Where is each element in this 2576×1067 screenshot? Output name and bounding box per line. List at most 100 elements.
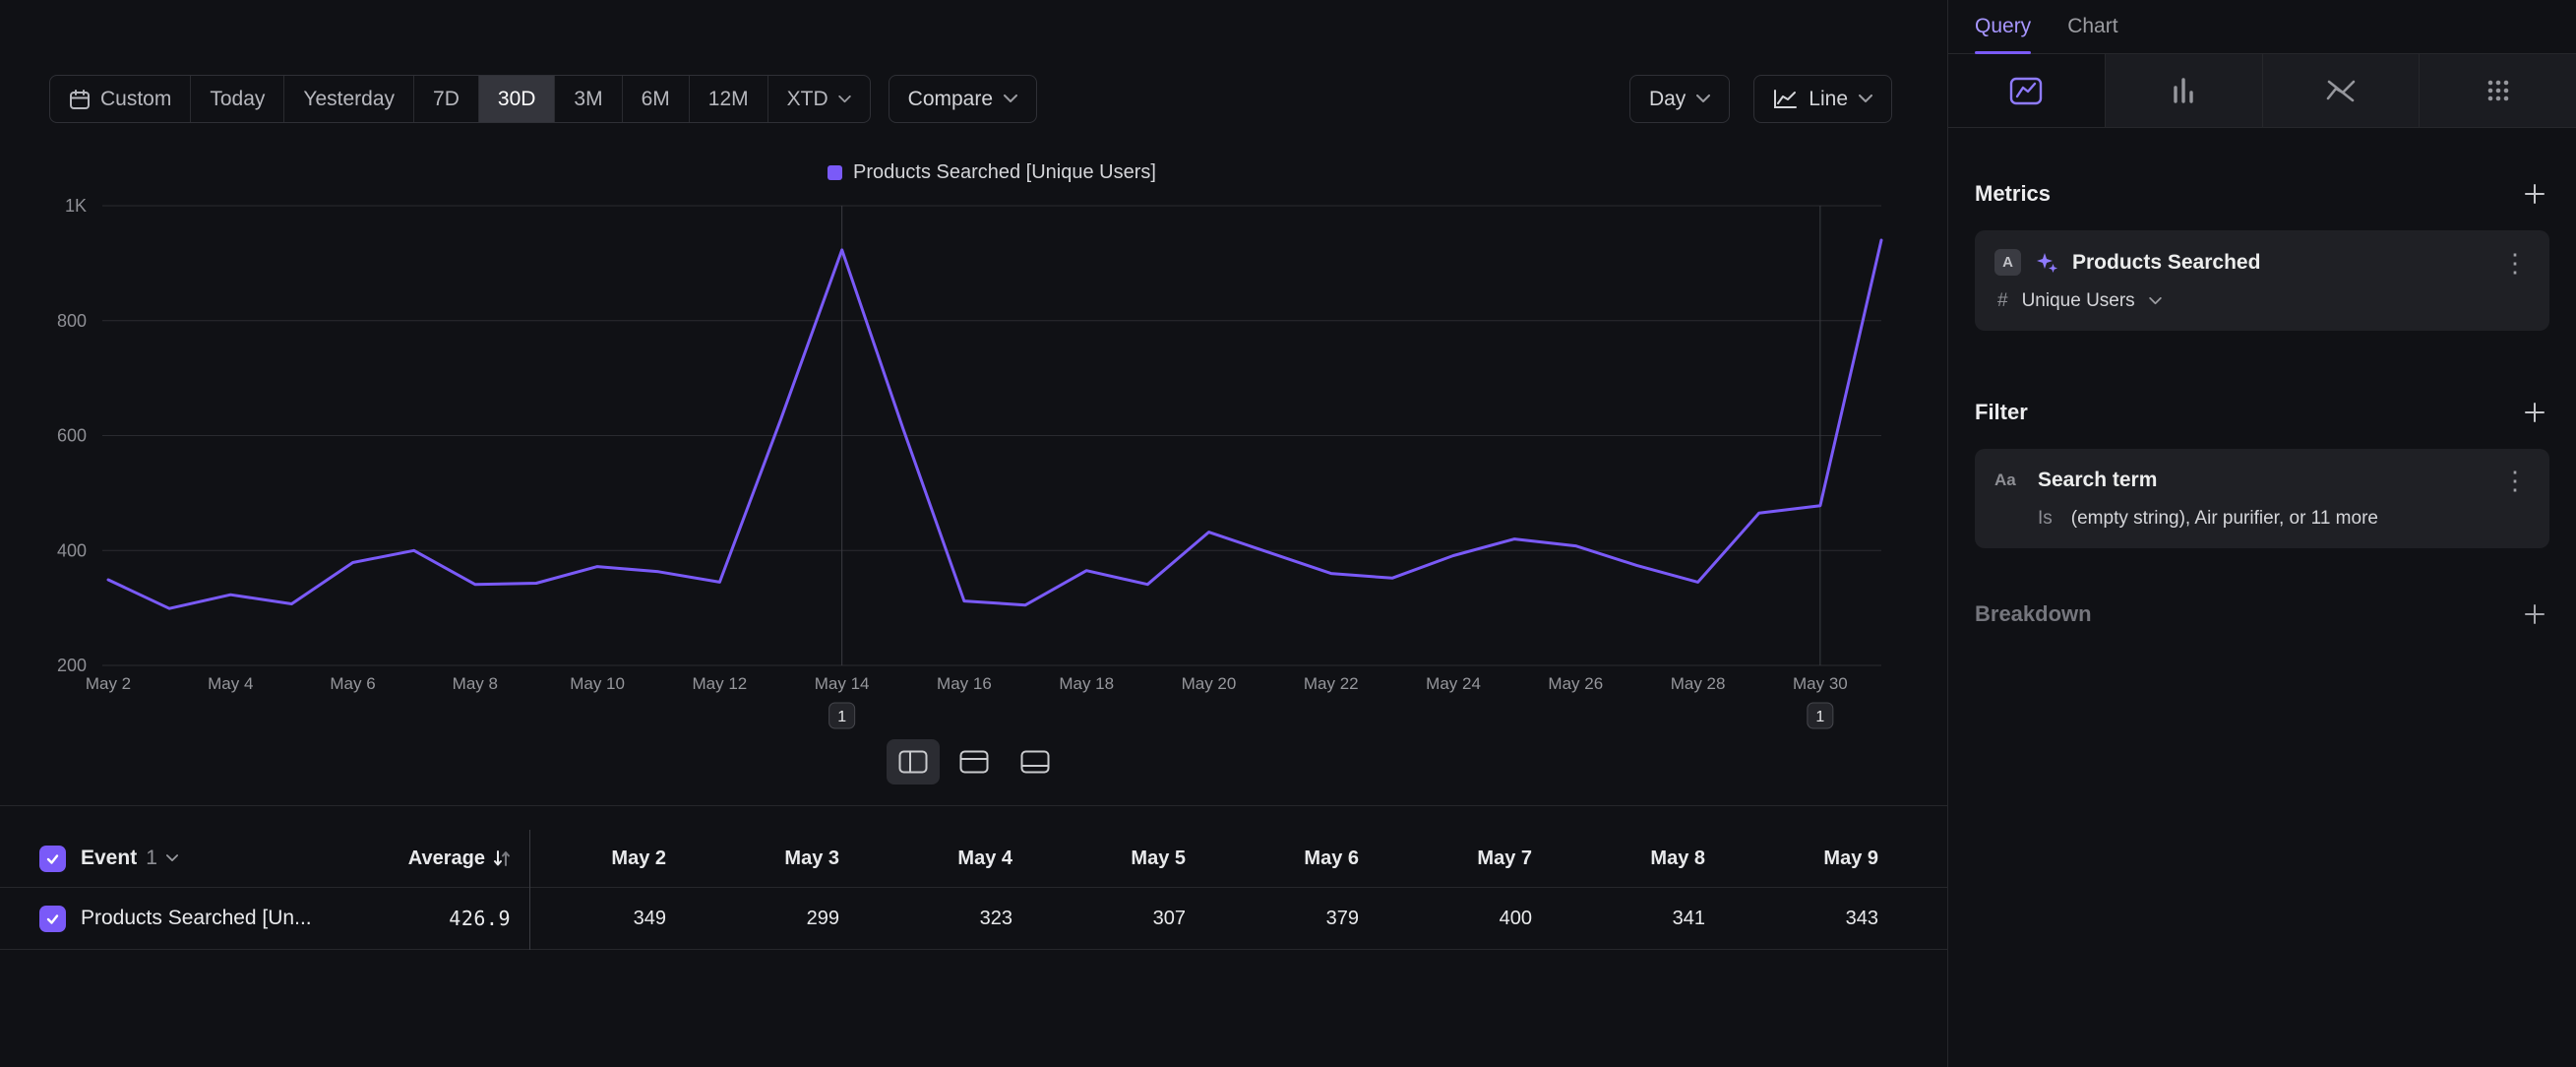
row-average-cell: 426.9 xyxy=(327,907,511,930)
chart-style-label: Line xyxy=(1809,88,1848,111)
granularity-button[interactable]: Day xyxy=(1629,75,1730,123)
x-axis-tick-label: May 2 xyxy=(86,674,131,693)
y-axis-tick-label: 200 xyxy=(57,656,87,675)
x-axis-tick-label: May 14 xyxy=(815,674,870,693)
average-label: Average xyxy=(408,847,485,870)
day-column-header: May 9 xyxy=(1705,847,1878,870)
date-range-label: 12M xyxy=(708,88,749,111)
date-range-label: 30D xyxy=(498,88,536,111)
chevron-down-icon xyxy=(1859,94,1872,103)
chart-style-button[interactable]: Line xyxy=(1753,75,1892,123)
row-series-name[interactable]: Products Searched [Un... xyxy=(81,907,327,930)
annotation-badge[interactable]: 1 xyxy=(829,703,855,728)
x-axis-tick-label: May 26 xyxy=(1548,674,1603,693)
chevron-down-icon xyxy=(1004,94,1017,103)
date-range-xtd-button[interactable]: XTD xyxy=(767,76,870,122)
day-column-header: May 4 xyxy=(839,847,1012,870)
add-breakdown-button[interactable] xyxy=(2520,599,2549,629)
select-all-checkbox[interactable] xyxy=(39,846,66,872)
y-axis-tick-label: 1K xyxy=(65,196,87,216)
date-range-yesterday-button[interactable]: Yesterday xyxy=(283,76,413,122)
chevron-down-icon xyxy=(838,95,851,103)
breakdown-header-label: Breakdown xyxy=(1975,601,2092,627)
x-axis-tick-label: May 12 xyxy=(693,674,748,693)
date-range-label: 3M xyxy=(574,88,602,111)
day-column-header: May 2 xyxy=(530,847,666,870)
metric-menu-button[interactable]: ⋮ xyxy=(2500,250,2530,276)
tab-chart[interactable]: Chart xyxy=(2067,15,2117,53)
main-panel: Custom TodayYesterday7D 30D 3M 6M 12M XTD Comp… xyxy=(0,0,1948,1067)
tab-chart-label: Chart xyxy=(2067,15,2117,37)
chevron-down-icon xyxy=(2149,297,2162,305)
filter-menu-button[interactable]: ⋮ xyxy=(2500,468,2530,493)
row-checkbox[interactable] xyxy=(39,906,66,932)
day-column-header: May 3 xyxy=(666,847,839,870)
svg-text:1: 1 xyxy=(1815,709,1824,725)
layout-split-bottom-button[interactable] xyxy=(1009,739,1062,785)
day-value-cell: 307 xyxy=(1012,908,1186,930)
event-count: 1 xyxy=(146,847,157,870)
layout-split-left-button[interactable] xyxy=(887,739,940,785)
x-axis-tick-label: May 6 xyxy=(330,674,375,693)
filter-value: (empty string), Air purifier, or 11 more xyxy=(2071,508,2378,530)
x-axis-tick-label: May 8 xyxy=(453,674,498,693)
date-range-label: XTD xyxy=(787,88,828,111)
date-range-today-button[interactable]: Today xyxy=(190,76,283,122)
chart-type-bar-tab[interactable] xyxy=(2105,54,2262,127)
legend-label: Products Searched [Unique Users] xyxy=(853,161,1156,184)
y-axis-tick-label: 400 xyxy=(57,540,87,560)
string-property-icon: Aa xyxy=(1994,471,2024,490)
x-axis-tick-label: May 24 xyxy=(1426,674,1481,693)
line-chart-icon xyxy=(1773,89,1798,110)
metric-aggregation-dropdown[interactable]: # Unique Users xyxy=(1994,290,2530,312)
date-range-3m-button[interactable]: 3M xyxy=(554,76,621,122)
date-range-6m-button[interactable]: 6M xyxy=(622,76,689,122)
day-column-header: May 7 xyxy=(1359,847,1532,870)
chart-table-divider xyxy=(0,805,1947,806)
x-axis-tick-label: May 30 xyxy=(1793,674,1848,693)
date-range-custom-button[interactable]: Custom xyxy=(50,76,190,122)
x-axis-tick-label: May 28 xyxy=(1671,674,1726,693)
chart-type-line-tab[interactable] xyxy=(1948,54,2105,127)
date-range-segmented-control: Custom TodayYesterday7D 30D 3M 6M 12M XTD xyxy=(49,75,871,123)
average-column-sort[interactable]: Average xyxy=(327,847,511,870)
tab-query[interactable]: Query xyxy=(1975,15,2031,53)
day-value-cell: 400 xyxy=(1359,908,1532,930)
filter-property-title: Search term xyxy=(2038,469,2486,492)
metric-card[interactable]: A Products Searched ⋮ # Unique Users xyxy=(1975,230,2549,331)
day-value-cell: 341 xyxy=(1532,908,1705,930)
chart-type-stacked-tab[interactable] xyxy=(2262,54,2420,127)
event-column-dropdown[interactable]: Event 1 xyxy=(81,847,327,870)
day-column-header: May 5 xyxy=(1012,847,1186,870)
aggregation-type-icon: # xyxy=(1997,290,2008,312)
metric-letter-badge: A xyxy=(1994,249,2021,276)
legend-swatch xyxy=(828,165,842,180)
y-axis-tick-label: 600 xyxy=(57,426,87,446)
table-row: Products Searched [Un... 426.9 349299323… xyxy=(0,888,1947,950)
date-range-12m-button[interactable]: 12M xyxy=(689,76,767,122)
day-column-header: May 6 xyxy=(1186,847,1359,870)
add-metric-button[interactable] xyxy=(2520,179,2549,209)
chart-type-more-tab[interactable] xyxy=(2419,54,2576,127)
add-filter-button[interactable] xyxy=(2520,398,2549,427)
compare-label: Compare xyxy=(908,88,993,111)
bar-chart-tab-icon xyxy=(2167,75,2200,106)
filter-card[interactable]: Aa Search term ⋮ Is (empty string), Air … xyxy=(1975,449,2549,548)
filter-condition[interactable]: Is (empty string), Air purifier, or 11 m… xyxy=(1994,508,2530,530)
breakdown-table: Event 1 Average May 2May 3May 4May 5May … xyxy=(0,830,1947,950)
event-sparkle-icon xyxy=(2035,251,2058,275)
layout-split-top-button[interactable] xyxy=(948,739,1001,785)
date-range-7d-button[interactable]: 7D xyxy=(413,76,478,122)
compare-button[interactable]: Compare xyxy=(889,75,1037,123)
chevron-down-icon xyxy=(166,854,178,862)
filter-section-header: Filter xyxy=(1975,398,2549,427)
sort-icon xyxy=(493,849,511,868)
check-icon xyxy=(45,911,60,926)
annotation-badge[interactable]: 1 xyxy=(1808,703,1833,728)
metrics-header-label: Metrics xyxy=(1975,181,2051,207)
plus-icon xyxy=(2523,401,2546,424)
date-range-30d-button[interactable]: 30D xyxy=(478,76,555,122)
chart-type-strip xyxy=(1948,54,2576,128)
aggregation-label: Unique Users xyxy=(2022,290,2135,312)
date-range-label: Custom xyxy=(100,88,171,111)
